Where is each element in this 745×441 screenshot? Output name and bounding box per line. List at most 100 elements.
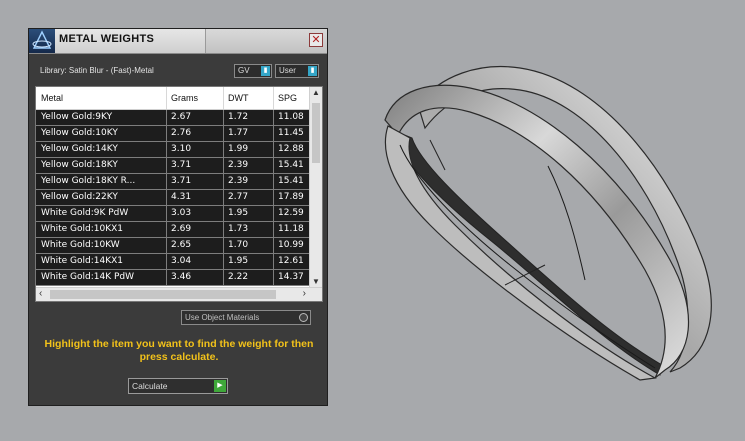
cell-grams: 3.71 — [171, 160, 192, 170]
column-divider — [273, 158, 274, 174]
column-divider — [166, 142, 167, 158]
cell-grams: 2.65 — [171, 240, 192, 250]
table-row[interactable]: White Gold:9K PdW 3.03 1.95 12.59 — [36, 206, 310, 222]
cell-dwt: 2.39 — [228, 160, 249, 170]
cell-grams: 2.76 — [171, 128, 192, 138]
column-divider — [273, 222, 274, 238]
panel-title: METAL WEIGHTS — [59, 33, 155, 45]
column-divider — [223, 158, 224, 174]
column-divider — [223, 142, 224, 158]
scroll-left-icon[interactable]: ‹ — [39, 288, 42, 299]
cell-dwt: 1.99 — [228, 144, 249, 154]
cell-metal: Yellow Gold:22KY — [41, 192, 118, 202]
close-icon[interactable]: ✕ — [309, 33, 323, 47]
cell-spg: 12.61 — [278, 256, 304, 266]
table-row[interactable]: Yellow Gold:10KY 2.76 1.77 11.45 — [36, 126, 310, 142]
column-header-dwt[interactable]: DWT — [228, 93, 249, 103]
panel-titlebar[interactable]: METAL WEIGHTS ✕ — [29, 29, 327, 54]
cell-spg: 15.41 — [278, 176, 304, 186]
column-divider — [273, 270, 274, 286]
cell-dwt: 1.70 — [228, 240, 249, 250]
cell-grams: 2.69 — [171, 224, 192, 234]
column-divider — [166, 238, 167, 254]
table-row[interactable]: Yellow Gold:9KY 2.67 1.72 11.08 — [36, 110, 310, 126]
cell-grams: 3.71 — [171, 176, 192, 186]
column-divider — [223, 190, 224, 206]
column-divider — [166, 110, 167, 126]
column-header-spg[interactable]: SPG — [278, 93, 297, 103]
cell-grams: 3.10 — [171, 144, 192, 154]
column-header-grams[interactable]: Grams — [171, 93, 198, 103]
cell-metal: Yellow Gold:18KY R... — [41, 176, 136, 186]
table-body: Yellow Gold:9KY 2.67 1.72 11.08 Yellow Gold:… — [36, 110, 310, 286]
table-row[interactable]: White Gold:14K PdW 3.46 2.22 14.37 — [36, 270, 310, 286]
user-dropdown-label: User — [279, 66, 296, 75]
library-label: Library: Satin Blur - (Fast)-Metal — [40, 66, 154, 75]
table-row[interactable]: Yellow Gold:22KY 4.31 2.77 17.89 — [36, 190, 310, 206]
cell-spg: 14.37 — [278, 272, 304, 282]
dropdown-arrow-icon: ▮ — [308, 66, 317, 76]
horizontal-scrollbar[interactable]: ‹ › — [36, 287, 322, 301]
cell-dwt: 1.77 — [228, 128, 249, 138]
vertical-scrollbar[interactable]: ▲ ▼ — [309, 87, 322, 287]
scroll-down-icon[interactable]: ▼ — [312, 277, 320, 286]
user-dropdown[interactable]: User ▮ — [275, 64, 319, 78]
table-row[interactable]: Yellow Gold:14KY 3.10 1.99 12.88 — [36, 142, 310, 158]
cell-dwt: 1.95 — [228, 208, 249, 218]
calculate-button[interactable]: Calculate ▶ — [128, 378, 228, 394]
table-row[interactable]: Yellow Gold:18KY R... 3.71 2.39 15.41 — [36, 174, 310, 190]
column-divider — [166, 158, 167, 174]
column-divider — [223, 222, 224, 238]
column-divider — [273, 126, 274, 142]
table-row[interactable]: White Gold:10KW 2.65 1.70 10.99 — [36, 238, 310, 254]
column-divider — [223, 206, 224, 222]
cell-grams: 3.04 — [171, 256, 192, 266]
use-object-materials-toggle[interactable]: Use Object Materials — [181, 310, 311, 325]
cell-spg: 12.88 — [278, 144, 304, 154]
cell-metal: Yellow Gold:10KY — [41, 128, 118, 138]
scroll-right-icon[interactable]: › — [303, 288, 306, 299]
table-row[interactable]: Yellow Gold:18KY 3.71 2.39 15.41 — [36, 158, 310, 174]
column-divider — [273, 238, 274, 254]
play-arrow-icon[interactable]: ▶ — [214, 380, 226, 392]
gv-dropdown[interactable]: GV ▮ — [234, 64, 272, 78]
cell-dwt: 1.95 — [228, 256, 249, 266]
column-divider — [223, 110, 224, 126]
cell-dwt: 1.72 — [228, 112, 249, 122]
cell-spg: 11.18 — [278, 224, 304, 234]
ring-model — [384, 65, 712, 381]
cell-spg: 15.41 — [278, 160, 304, 170]
cell-metal: White Gold:10KX1 — [41, 224, 124, 234]
metal-weights-panel: METAL WEIGHTS ✕ Library: Satin Blur - (F… — [28, 28, 328, 406]
cell-spg: 17.89 — [278, 192, 304, 202]
column-header-metal[interactable]: Metal — [41, 93, 63, 103]
cell-metal: Yellow Gold:14KY — [41, 144, 118, 154]
radio-icon[interactable] — [299, 313, 308, 322]
calculate-label: Calculate — [132, 381, 168, 391]
instruction-text: Highlight the item you want to find the … — [44, 338, 314, 363]
cell-metal: White Gold:9K PdW — [41, 208, 129, 218]
cell-spg: 10.99 — [278, 240, 304, 250]
cell-metal: Yellow Gold:9KY — [41, 112, 113, 122]
scroll-thumb-horizontal[interactable] — [50, 290, 276, 299]
column-divider — [223, 174, 224, 190]
cell-grams: 3.03 — [171, 208, 192, 218]
dropdown-arrow-icon: ▮ — [261, 66, 270, 76]
cell-grams: 3.46 — [171, 272, 192, 282]
column-divider — [273, 254, 274, 270]
cell-dwt: 2.39 — [228, 176, 249, 186]
scroll-thumb[interactable] — [312, 103, 320, 163]
column-divider — [273, 174, 274, 190]
column-divider — [166, 190, 167, 206]
table-row[interactable]: White Gold:14KX1 3.04 1.95 12.61 — [36, 254, 310, 270]
column-divider — [223, 126, 224, 142]
column-divider — [166, 254, 167, 270]
cell-metal: Yellow Gold:18KY — [41, 160, 118, 170]
column-divider — [273, 142, 274, 158]
cell-grams: 2.67 — [171, 112, 192, 122]
cell-dwt: 1.73 — [228, 224, 249, 234]
scroll-up-icon[interactable]: ▲ — [312, 88, 320, 97]
column-divider — [223, 87, 224, 109]
column-divider — [166, 126, 167, 142]
table-row[interactable]: White Gold:10KX1 2.69 1.73 11.18 — [36, 222, 310, 238]
